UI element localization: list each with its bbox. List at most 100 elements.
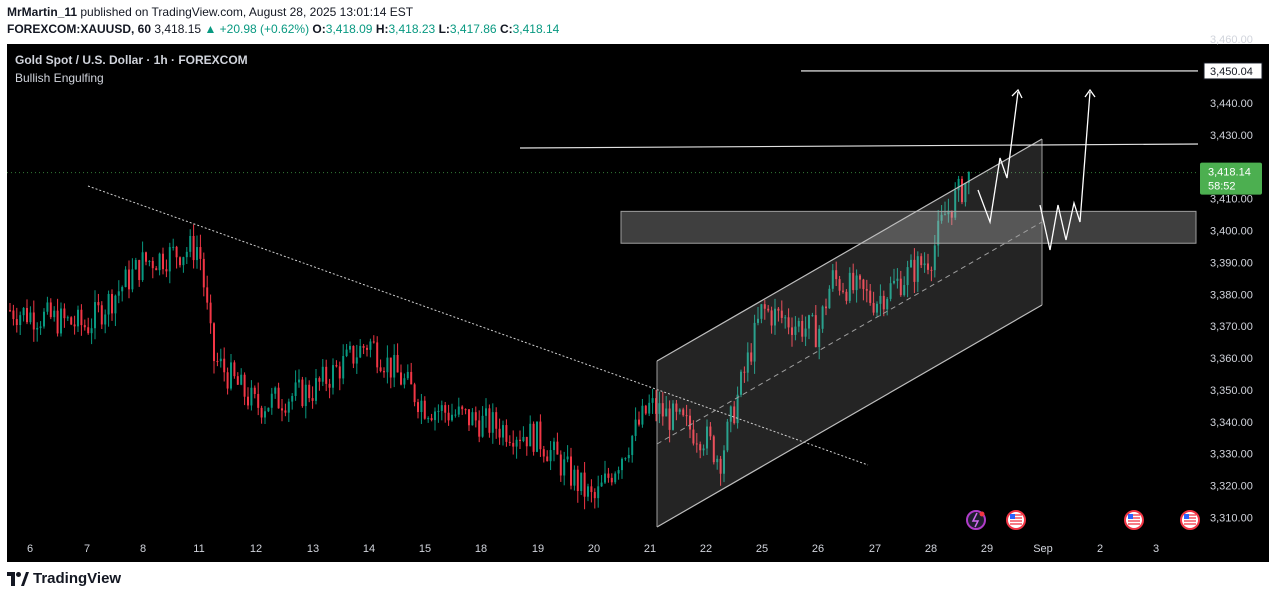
candle-body xyxy=(627,454,630,459)
price-tick-label: 3,400.00 xyxy=(1210,225,1253,237)
candle-body xyxy=(199,247,202,259)
candle-body xyxy=(406,371,409,379)
price-axis[interactable]: 3,310.00 3,320.00 3,330.00 3,340.00 3,350.00… xyxy=(1198,34,1269,535)
candle-body xyxy=(233,362,236,377)
time-tick-label: 15 xyxy=(419,543,431,555)
candle-body xyxy=(155,268,158,271)
candle-body xyxy=(376,342,379,368)
candle-body xyxy=(29,312,32,323)
candle-body xyxy=(107,293,110,315)
candle-body xyxy=(206,287,209,303)
candle-body xyxy=(379,367,382,372)
candle-body xyxy=(175,246,178,258)
candle-body xyxy=(495,412,498,429)
candle-body xyxy=(355,357,358,364)
candle-body xyxy=(148,260,151,262)
candle-body xyxy=(172,246,175,248)
candle-body xyxy=(607,473,610,478)
candle-body xyxy=(26,307,28,323)
candle-body xyxy=(291,395,294,402)
candle-body xyxy=(223,358,226,373)
candle-body xyxy=(488,408,491,433)
candle-body xyxy=(294,382,297,396)
channel-fill xyxy=(657,139,1042,527)
candle-body xyxy=(352,345,355,364)
candle-body xyxy=(481,415,484,437)
candle-body xyxy=(393,354,396,378)
candle-body xyxy=(420,400,423,413)
footer-bar xyxy=(0,562,1275,599)
candle-body xyxy=(46,302,49,312)
us-flag-event-icon[interactable] xyxy=(1006,510,1026,530)
chart-svg[interactable]: 3,310.00 3,320.00 3,330.00 3,340.00 3,350.00… xyxy=(0,0,1275,599)
candle-body xyxy=(281,408,283,411)
price-tick-label: 3,350.00 xyxy=(1210,385,1253,397)
candle-body xyxy=(641,405,644,425)
us-flag-event-icon[interactable] xyxy=(1180,510,1200,530)
candle-body xyxy=(70,317,73,325)
candle-body xyxy=(570,456,572,486)
candle-body xyxy=(202,258,205,288)
candle-body xyxy=(185,251,188,258)
candle-body xyxy=(396,354,399,373)
time-tick-label: 11 xyxy=(193,543,204,555)
candle-body xyxy=(508,441,511,443)
candle-body xyxy=(440,405,443,411)
price-tick-label: 3,430.00 xyxy=(1210,130,1253,142)
time-tick-label: 18 xyxy=(475,543,487,555)
candle-body xyxy=(94,302,96,329)
candle-body xyxy=(213,323,215,362)
candle-body xyxy=(9,310,11,312)
candle-body xyxy=(284,410,287,413)
resistance-line xyxy=(519,143,1203,149)
time-tick-label: 14 xyxy=(363,543,375,555)
candle-body xyxy=(304,384,307,407)
tradingview-logo-icon xyxy=(7,571,29,586)
candle-body xyxy=(138,260,141,281)
price-tick-label: 3,440.00 xyxy=(1210,98,1253,110)
candle-body xyxy=(464,409,467,411)
candle-body xyxy=(141,252,144,281)
tradingview-logo[interactable]: TradingView xyxy=(7,570,121,587)
candle-body xyxy=(593,492,596,499)
candle-body xyxy=(610,477,613,483)
time-tick-label: 27 xyxy=(869,543,881,555)
brand-name: TradingView xyxy=(33,570,122,587)
candle-body xyxy=(634,419,637,436)
candle-body xyxy=(63,308,66,319)
candle-body xyxy=(236,376,239,385)
us-flag-event-icon[interactable] xyxy=(1124,510,1144,530)
candle-body xyxy=(529,423,532,447)
time-tick-label: 7 xyxy=(84,543,90,555)
candle-body xyxy=(512,442,515,447)
time-tick-label: 26 xyxy=(812,543,824,555)
candle-body xyxy=(369,341,372,350)
candle-body xyxy=(536,421,538,452)
candle-body xyxy=(502,425,504,438)
candle-body xyxy=(117,291,120,296)
time-tick-label: 22 xyxy=(700,543,712,555)
lightning-event-icon[interactable] xyxy=(966,510,986,530)
candle-body xyxy=(196,247,198,261)
candle-body xyxy=(621,458,623,471)
candle-body xyxy=(168,247,171,272)
candle-body xyxy=(260,407,263,418)
price-tick-label: 3,410.00 xyxy=(1210,194,1253,206)
time-tick-label: 20 xyxy=(588,543,600,555)
candle-body xyxy=(219,358,222,362)
candle-body xyxy=(49,302,52,318)
candle-body xyxy=(19,315,22,326)
candle-body xyxy=(434,411,436,421)
time-tick-label: 28 xyxy=(925,543,937,555)
candle-body xyxy=(617,470,620,474)
candle-body xyxy=(590,486,593,493)
target-price-label: 3,450.04 xyxy=(1210,66,1253,78)
time-axis[interactable]: 6 7 8 11 12 13 14 15 18 19 20 21 22 25 26 27 28 29 Sep 2 3 xyxy=(7,535,1269,562)
price-tick-label: 3,320.00 xyxy=(1210,481,1253,493)
candle-body xyxy=(308,384,311,399)
candle-body xyxy=(12,310,15,320)
time-tick-label: 25 xyxy=(756,543,768,555)
candle-body xyxy=(624,458,627,460)
candle-body xyxy=(542,449,545,457)
candle-body xyxy=(631,435,634,455)
